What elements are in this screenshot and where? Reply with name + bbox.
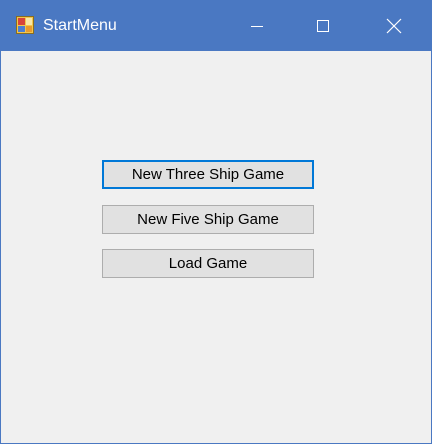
close-button[interactable] (370, 1, 418, 51)
client-area: New Three Ship Game New Five Ship Game L… (1, 51, 431, 443)
window-title: StartMenu (43, 17, 117, 34)
start-menu-window: StartMenu New Three Ship Game New Five S… (0, 0, 432, 444)
maximize-icon (317, 20, 329, 32)
load-game-button[interactable]: Load Game (102, 249, 314, 278)
maximize-button[interactable] (299, 1, 347, 51)
minimize-button[interactable] (233, 1, 281, 51)
title-bar[interactable]: StartMenu (1, 1, 431, 51)
minimize-icon (251, 26, 263, 27)
new-three-ship-game-button[interactable]: New Three Ship Game (102, 160, 314, 189)
new-five-ship-game-button[interactable]: New Five Ship Game (102, 205, 314, 234)
close-icon (386, 18, 402, 34)
app-icon[interactable] (16, 16, 34, 34)
